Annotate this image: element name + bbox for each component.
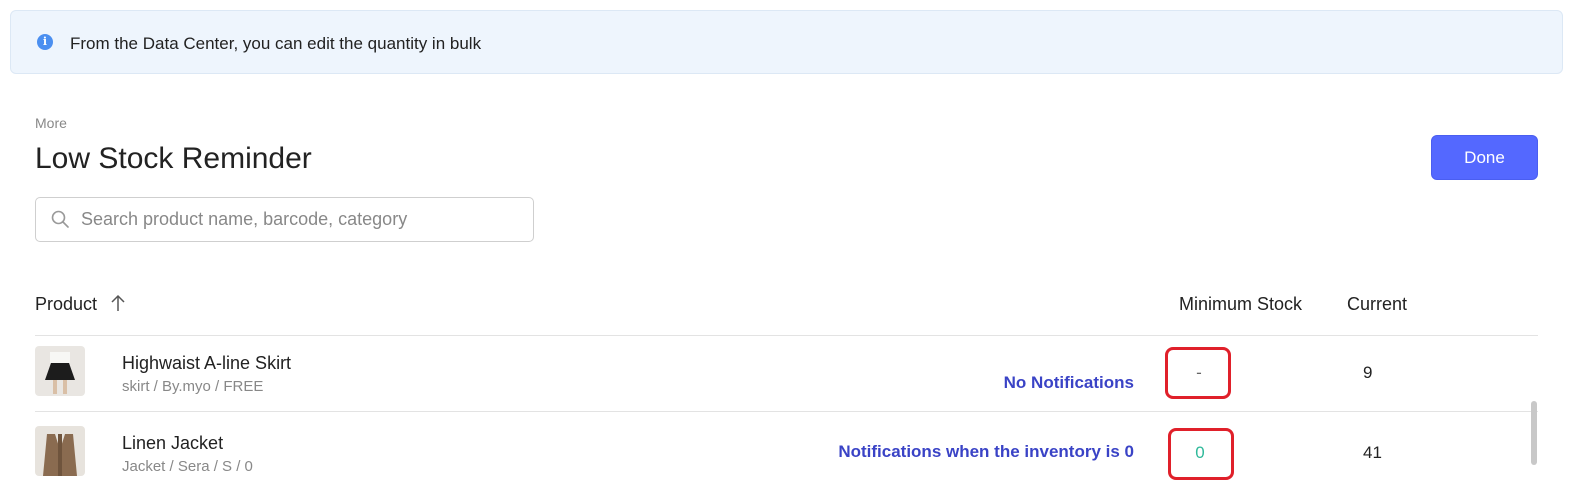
minimum-stock-value[interactable]: -: [1189, 363, 1209, 383]
header-divider: [35, 335, 1538, 336]
breadcrumb[interactable]: More: [35, 115, 67, 131]
search-box[interactable]: [35, 197, 534, 242]
search-icon: [51, 210, 69, 228]
minimum-stock-value[interactable]: 0: [1190, 443, 1210, 463]
scrollbar[interactable]: [1531, 401, 1537, 465]
info-banner: i From the Data Center, you can edit the…: [10, 10, 1563, 74]
notification-setting: No Notifications: [1003, 373, 1134, 392]
info-icon: i: [37, 34, 53, 50]
product-name[interactable]: Highwaist A-line Skirt: [122, 353, 291, 374]
row-divider: [35, 411, 1538, 412]
sort-ascending-icon[interactable]: [110, 294, 126, 312]
column-header-current[interactable]: Current: [1347, 294, 1407, 315]
page-title: Low Stock Reminder: [35, 142, 312, 175]
current-stock-value: 9: [1363, 363, 1373, 382]
product-thumbnail: [35, 426, 85, 476]
product-name[interactable]: Linen Jacket: [122, 433, 223, 454]
column-header-minimum-stock[interactable]: Minimum Stock: [1179, 294, 1302, 315]
product-details: skirt / By.myo / FREE: [122, 378, 264, 395]
banner-text: From the Data Center, you can edit the q…: [70, 34, 482, 53]
product-thumbnail: [35, 346, 85, 396]
product-details: Jacket / Sera / S / 0: [122, 458, 253, 475]
notification-setting: Notifications when the inventory is 0: [838, 442, 1134, 461]
column-header-product[interactable]: Product: [35, 294, 97, 315]
current-stock-value: 41: [1363, 443, 1382, 462]
search-input[interactable]: [81, 206, 521, 233]
done-button[interactable]: Done: [1431, 135, 1538, 180]
